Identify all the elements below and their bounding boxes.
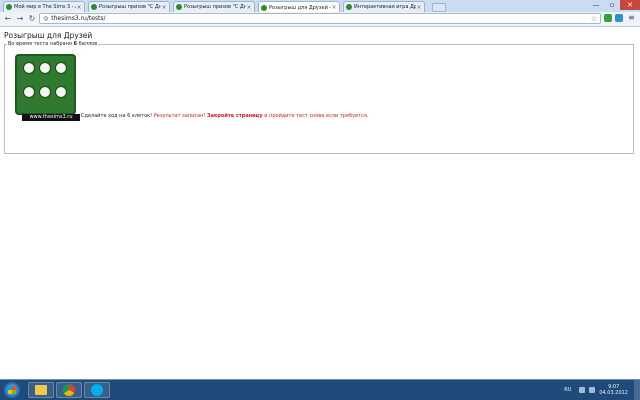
site-brand-label: www.thesims3.ru [22, 114, 80, 121]
extension-s-icon[interactable] [615, 14, 623, 22]
dice-pip [40, 63, 50, 73]
favicon-icon [6, 4, 12, 10]
address-bar[interactable]: ◍ thesims3.ru/tests/ ☆ [39, 13, 601, 24]
system-tray: RU 9:07 04.03.2012 [564, 380, 640, 400]
language-indicator[interactable]: RU [564, 387, 571, 393]
window-controls: — ▫ ✕ [588, 0, 640, 10]
taskbar-chrome[interactable] [56, 382, 82, 398]
taskbar-skype[interactable] [84, 382, 110, 398]
dice-pip [40, 87, 50, 97]
new-tab-button[interactable] [432, 3, 446, 12]
favicon-icon [346, 4, 352, 10]
page-title: Розыгрыш для Друзей [4, 31, 93, 40]
folder-icon [35, 385, 47, 395]
close-page-text: Закройте страницу [207, 113, 263, 119]
taskbar: RU 9:07 04.03.2012 [0, 379, 640, 400]
show-desktop-button[interactable] [634, 380, 640, 400]
tab-1[interactable]: Мой мир в The Sims 3 - Al × [3, 1, 85, 12]
maximize-icon[interactable]: ▫ [604, 0, 620, 10]
clock-date: 04.03.2012 [599, 390, 628, 396]
wrench-menu-icon[interactable]: ≡ [628, 14, 636, 22]
taskbar-explorer[interactable] [28, 382, 54, 398]
tab-5[interactable]: Интерактивная игра Друз × [343, 1, 425, 12]
browser-toolbar: ← → ↻ ◍ thesims3.ru/tests/ ☆ [0, 12, 640, 27]
page-info-icon[interactable]: ◍ [43, 15, 48, 22]
network-icon[interactable] [579, 387, 586, 393]
dice-pip [56, 87, 66, 97]
volume-icon[interactable] [589, 387, 596, 393]
forward-arrow-icon[interactable]: → [15, 14, 25, 24]
clock[interactable]: 9:07 04.03.2012 [599, 384, 628, 396]
chrome-icon [63, 384, 75, 396]
retry-text: и пройдите тест снова если требуется. [264, 113, 369, 119]
address-url: thesims3.ru/tests/ [51, 15, 106, 22]
tab-2[interactable]: Розыгрыш призов "С Дню × [88, 1, 170, 12]
extension-signal-icon[interactable] [604, 14, 612, 22]
legend-score: 6 [73, 41, 78, 47]
tab-3[interactable]: Розыгрыш призов "С Дню × [173, 1, 255, 12]
tab-close-icon[interactable]: × [161, 4, 167, 11]
tab-close-icon[interactable]: × [331, 4, 337, 11]
tab-label: Розыгрыш призов "С Дню [99, 4, 161, 10]
dice-pip [24, 63, 34, 73]
tab-close-icon[interactable]: × [76, 4, 82, 11]
legend-prefix: Во время теста набрано [8, 41, 72, 47]
dice-six-icon [15, 54, 76, 115]
bookmark-star-icon[interactable]: ☆ [591, 14, 597, 24]
tab-label: Интерактивная игра Друз [354, 4, 416, 10]
dice-pip [24, 87, 34, 97]
favicon-icon [176, 4, 182, 10]
legend-suffix: баллов [78, 41, 98, 47]
close-window-icon[interactable]: ✕ [620, 0, 640, 10]
favicon-icon [91, 4, 97, 10]
tab-close-icon[interactable]: × [416, 4, 422, 11]
tab-label: Мой мир в The Sims 3 - Al [14, 4, 76, 10]
reload-icon[interactable]: ↻ [27, 14, 37, 24]
skype-icon [91, 384, 103, 396]
result-saved-text: Результат записан! [153, 113, 206, 119]
minimize-icon[interactable]: — [588, 0, 604, 10]
page-content: Розыгрыш для Друзей Во время теста набра… [0, 27, 640, 379]
windows-logo-icon [8, 386, 16, 394]
result-fieldset [4, 44, 634, 154]
dice-pip [56, 63, 66, 73]
move-instruction: Сделайте ход на 6 клеток! [81, 113, 153, 119]
result-message: Сделайте ход на 6 клеток! Результат запи… [81, 113, 368, 120]
score-legend: Во время теста набрано 6 баллов [7, 41, 99, 47]
tab-close-icon[interactable]: × [246, 4, 252, 11]
back-arrow-icon[interactable]: ← [3, 14, 13, 24]
tab-label: Розыгрыш для Друзей - Е [269, 4, 331, 11]
start-button[interactable] [0, 380, 24, 400]
tab-label: Розыгрыш призов "С Дню [184, 4, 246, 10]
favicon-icon [261, 4, 267, 11]
